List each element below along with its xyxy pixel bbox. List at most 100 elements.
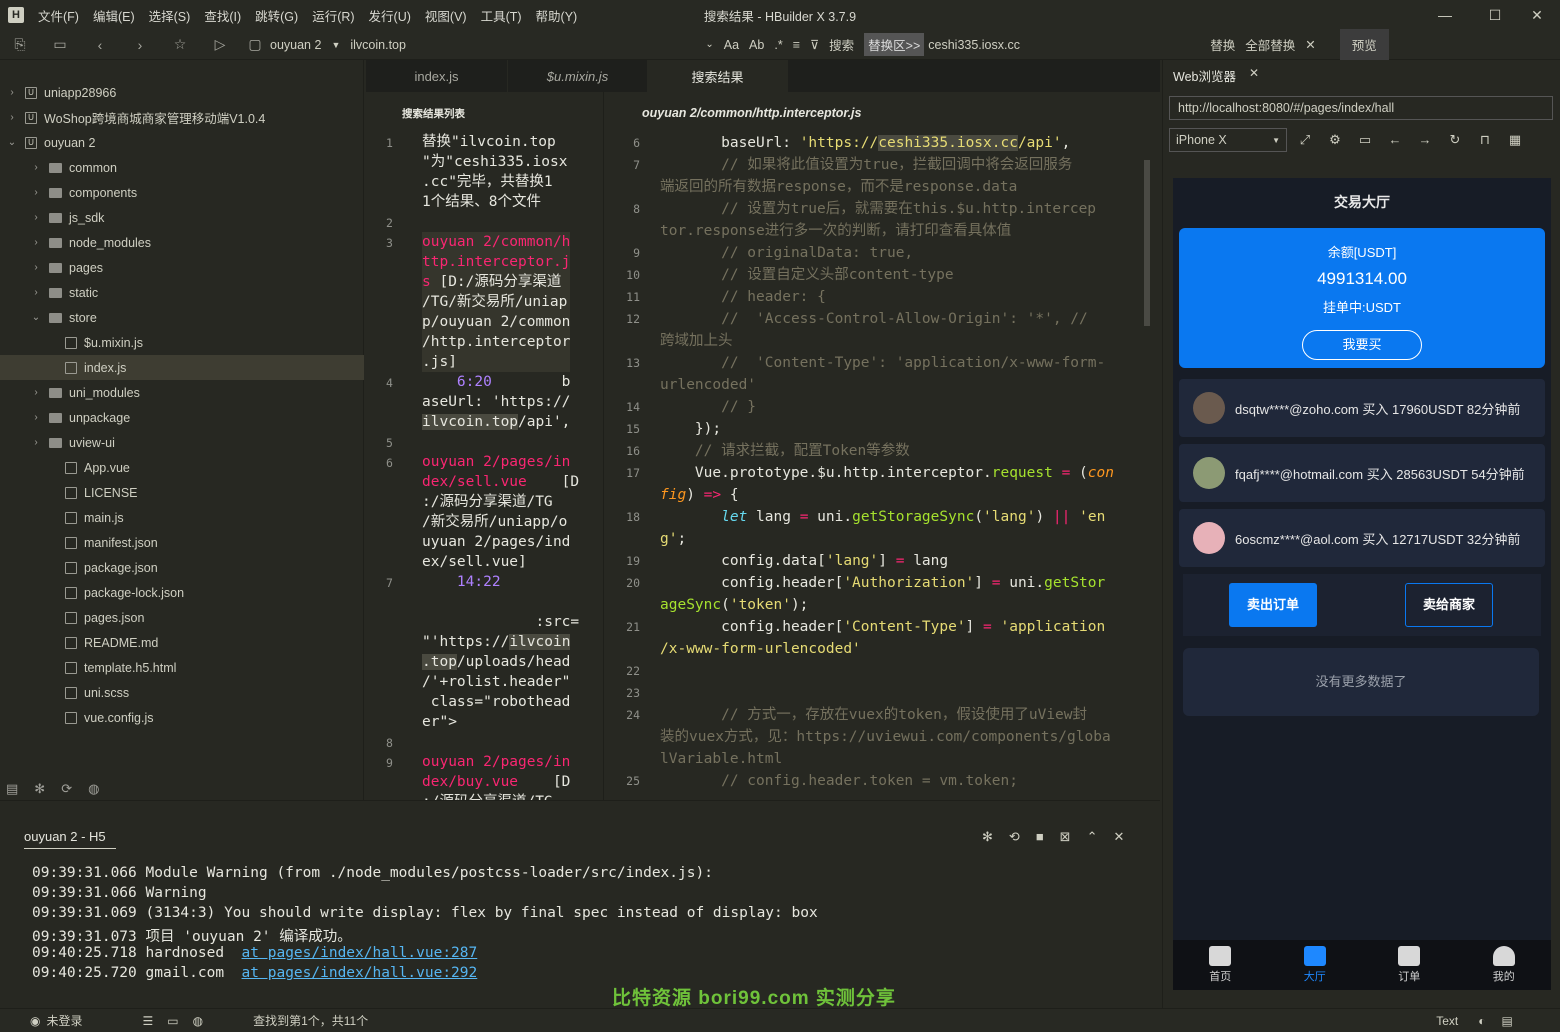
tree-item[interactable]: › components [0,180,364,205]
source-link[interactable]: at pages/index/hall.vue:287 [242,945,478,961]
globe-icon[interactable]: ◍ [88,781,99,797]
tree-item[interactable]: › js_sdk [0,205,364,230]
maximize-icon[interactable]: ☐ [1472,0,1518,30]
menu-file[interactable]: 文件(F) [38,6,79,25]
plugin-icon[interactable]: ⟳ [61,781,72,797]
chevron-right-icon[interactable]: › [30,162,42,173]
chevron-right-icon[interactable]: › [30,437,42,448]
minimize-icon[interactable]: — [1422,0,1468,30]
tree-item[interactable]: ⌄ Uouyuan 2 [0,130,364,155]
chevron-right-icon[interactable]: › [6,112,18,123]
terminal-icon[interactable]: ▭ [167,1014,178,1028]
replace-button[interactable]: 替换 [1210,35,1235,54]
dropdown-icon[interactable]: ▼ [331,40,340,50]
tree-item[interactable]: README.md [0,630,364,655]
url-input[interactable]: http://localhost:8080/#/pages/index/hall [1169,96,1553,120]
save-icon[interactable]: ▭ [40,36,80,53]
stop-icon[interactable]: ■ [1036,829,1044,845]
menu-publish[interactable]: 发行(U) [369,6,411,25]
menu-find[interactable]: 查找(I) [204,6,241,25]
debug-icon[interactable]: ✻ [34,781,45,797]
result-match-line[interactable]: 14:22 :src= "'https://ilvcoin .top/uploa… [422,572,579,732]
folder-icon[interactable]: ▢ [240,36,270,53]
language-mode[interactable]: Text [1436,1014,1458,1028]
lock-icon[interactable]: ⊓ [1477,132,1493,148]
nav-orders[interactable]: 订单 [1362,940,1457,990]
chevron-right-icon[interactable]: › [30,237,42,248]
tree-item[interactable]: uni.scss [0,680,364,705]
chevron-right-icon[interactable]: › [30,262,42,273]
chevron-down-icon[interactable]: ⌄ [6,137,18,148]
tree-item[interactable]: template.h5.html [0,655,364,680]
close-browser-icon[interactable]: ✕ [1249,66,1259,80]
result-match-line[interactable]: 6:20 b aseUrl: 'https:// ilvcoin.top/api… [422,372,570,432]
close-icon[interactable]: ✕ [1514,0,1560,30]
tab-index-js[interactable]: index.js [366,60,508,92]
list-icon[interactable]: ☰ [143,1014,154,1028]
console-icon[interactable]: ▭ [1357,132,1373,148]
device-select[interactable]: iPhone X ▼ [1169,128,1287,152]
tree-item[interactable]: › uni_modules [0,380,364,405]
star-icon[interactable]: ☆ [160,36,200,53]
code-editor[interactable]: ouyuan 2/common/http.interceptor.js 6 7 8 9… [606,92,1160,800]
qrcode-icon[interactable]: ▦ [1507,132,1523,148]
run-icon[interactable]: ▷ [200,36,240,53]
project-manager-icon[interactable]: ▤ [6,781,18,797]
menu-tools[interactable]: 工具(T) [481,6,522,25]
replace-all-button[interactable]: 全部替换 [1245,35,1295,54]
tab-search-results[interactable]: 搜索结果 [648,60,788,92]
result-file-http-interceptor[interactable]: ouyuan 2/common/h ttp.interceptor.j s [D… [422,232,571,372]
tree-item[interactable]: package-lock.json [0,580,364,605]
source-link[interactable]: at pages/index/hall.vue:292 [242,965,478,981]
menu-help[interactable]: 帮助(Y) [536,6,578,25]
filter-icon[interactable]: ⊽ [810,37,819,52]
chevron-right-icon[interactable]: › [30,212,42,223]
sell-orders-button[interactable]: 卖出订单 [1229,583,1317,627]
close-search-icon[interactable]: ✕ [1305,37,1315,52]
sell-merchant-button[interactable]: 卖给商家 [1405,583,1493,627]
open-external-icon[interactable]: ⤢ [1297,132,1313,148]
list-icon[interactable]: ≡ [793,38,800,52]
preview-button[interactable]: 预览 [1339,29,1389,60]
restart-icon[interactable]: ⟲ [1009,829,1020,845]
menu-goto[interactable]: 跳转(G) [255,6,298,25]
search-button[interactable]: 搜索 [829,35,854,54]
menu-run[interactable]: 运行(R) [312,6,354,25]
tree-item[interactable]: main.js [0,505,364,530]
debug-icon[interactable]: ✻ [982,829,993,845]
nav-profile[interactable]: 我的 [1457,940,1552,990]
tree-item[interactable]: $u.mixin.js [0,330,364,355]
back-icon[interactable]: ‹ [80,37,120,53]
settings-icon[interactable]: ⚙ [1327,132,1343,148]
clear-icon[interactable]: ⊠ [1060,829,1071,845]
tree-item[interactable]: › Uuniapp28966 [0,80,364,105]
tree-item[interactable]: vue.config.js [0,705,364,730]
browser-tab[interactable]: Web浏览器 [1173,66,1236,85]
console-tab[interactable]: ouyuan 2 - H5 [24,829,116,849]
buy-button[interactable]: 我要买 [1302,330,1422,360]
tree-item[interactable]: pages.json [0,605,364,630]
menu-view[interactable]: 视图(V) [425,6,467,25]
tree-item[interactable]: manifest.json [0,530,364,555]
notification-icon[interactable]: ◐ [1478,1014,1485,1028]
tab-u-mixin-js[interactable]: $u.mixin.js [508,60,648,92]
replace-input[interactable]: ceshi335.iosx.cc [928,38,1200,52]
code-scrollbar[interactable] [1144,160,1150,326]
globe-icon[interactable]: ◍ [193,1014,203,1028]
chevron-up-icon[interactable]: ⌃ [1087,829,1098,845]
project-selector[interactable]: ouyuan 2 [270,38,321,52]
forward-icon[interactable]: › [120,37,160,53]
bell-icon[interactable]: ▤ [1502,1014,1513,1028]
result-file-buy-vue[interactable]: ouyuan 2/pages/in dex/buy.vue [D :/源码分享渠… [422,752,570,800]
nav-home[interactable]: 首页 [1173,940,1268,990]
search-input[interactable]: ilvcoin.top [350,38,695,52]
nav-hall[interactable]: 大厅 [1268,940,1363,990]
tree-item[interactable]: › unpackage [0,405,364,430]
new-file-icon[interactable]: ⎘ [0,36,40,53]
word-icon[interactable]: Ab [749,38,764,52]
replace-area-button[interactable]: 替换区>> [864,33,925,56]
tree-item[interactable]: › static [0,280,364,305]
tree-item[interactable]: › U WoShop跨境商城商家管理移动端V1.0.4 [0,105,364,130]
result-file-sell-vue[interactable]: ouyuan 2/pages/in dex/sell.vue [D :/源码分享… [422,452,579,572]
tree-item[interactable]: › uview-ui [0,430,364,455]
